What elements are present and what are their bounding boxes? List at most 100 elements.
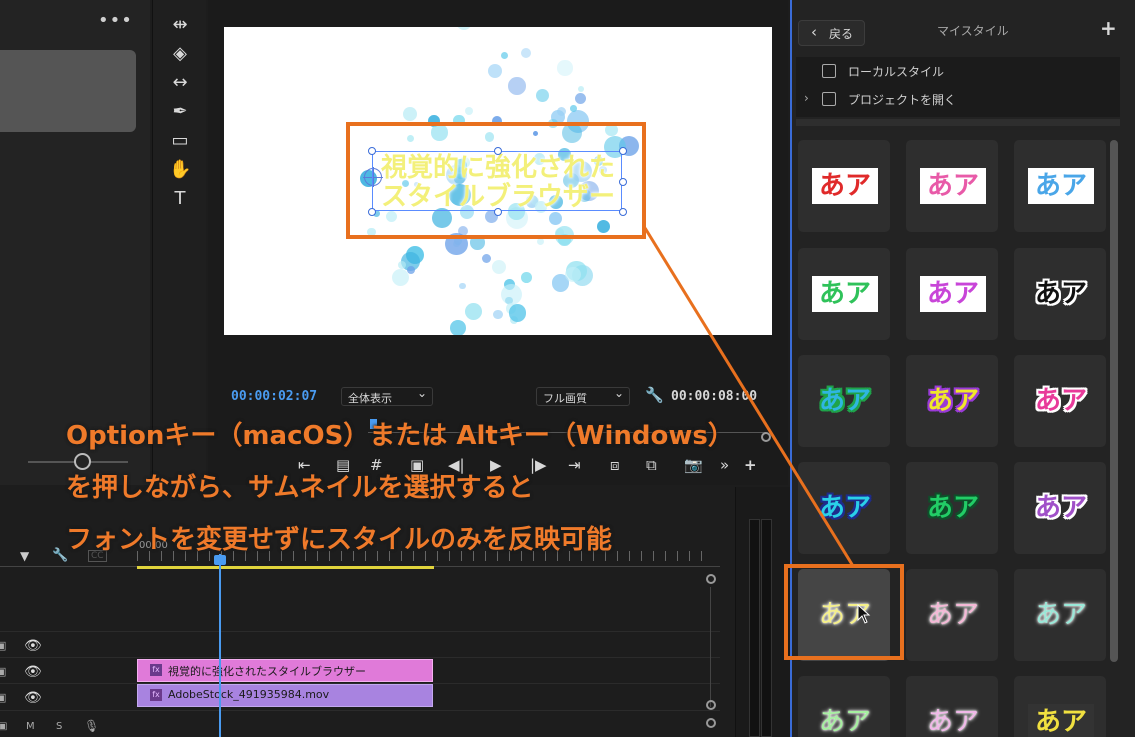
style-preview: あア: [812, 276, 878, 312]
style-thumbnail[interactable]: あア: [906, 676, 998, 737]
fx-badge: fx: [150, 664, 162, 676]
style-preview-text: あア: [1034, 707, 1087, 737]
style-thumbnail[interactable]: あア: [906, 462, 998, 554]
style-thumbnail[interactable]: あア: [1014, 140, 1106, 232]
add-style-icon[interactable]: +: [1100, 16, 1117, 40]
style-thumbnail[interactable]: あア: [798, 355, 890, 447]
bubble: [574, 92, 587, 105]
style-thumbnail[interactable]: あア: [1014, 569, 1106, 661]
style-thumbnail[interactable]: あア: [1014, 676, 1106, 737]
style-thumbnail[interactable]: あア: [798, 462, 890, 554]
local-styles-checkbox[interactable]: [822, 64, 836, 78]
annotation-line-3: フォントを変更せずにスタイルのみを反映可能: [66, 525, 613, 555]
style-thumbnail[interactable]: あア: [798, 676, 890, 737]
style-thumbnail[interactable]: あア: [1014, 355, 1106, 447]
open-project-checkbox[interactable]: [822, 92, 836, 106]
solo-button[interactable]: S: [56, 721, 62, 732]
bubble: [570, 105, 577, 112]
style-preview: あア: [812, 383, 878, 419]
style-preview-text: あア: [818, 279, 871, 309]
slip-icon[interactable]: ↔: [169, 72, 191, 94]
style-thumbnail[interactable]: あア: [906, 140, 998, 232]
project-thumbnail[interactable]: [0, 50, 136, 132]
bubble: [508, 304, 527, 322]
style-preview-text: あア: [818, 493, 871, 523]
track-header-v3: ▣ 👁: [0, 633, 137, 659]
bubble: [565, 266, 581, 283]
mouse-cursor-icon: [857, 604, 871, 624]
track-divider: [0, 631, 720, 632]
bubble: [465, 303, 483, 320]
timeline-zoom-handle[interactable]: [706, 574, 716, 584]
clip-label: AdobeStock_491935984.mov: [168, 688, 330, 701]
bubble: [501, 284, 523, 306]
clip-label: 視覚的に強化されたスタイルブラウザー: [168, 665, 366, 678]
microphone-icon[interactable]: 🎙: [84, 719, 99, 733]
title-clip[interactable]: fx 視覚的に強化されたスタイルブラウザー: [137, 659, 433, 682]
track-header-v1: ▣ 👁: [0, 685, 137, 711]
pen-icon[interactable]: ✒: [169, 101, 191, 123]
highlight-box-thumbnail: [784, 564, 904, 660]
video-clip[interactable]: fx AdobeStock_491935984.mov: [137, 684, 433, 707]
marker-icon[interactable]: ▼: [20, 549, 29, 563]
sync-lock-icon[interactable]: ▣: [0, 639, 6, 652]
grid-scrollbar[interactable]: [1110, 140, 1118, 662]
option-label: ローカルスタイル: [848, 65, 945, 79]
bubble: [557, 60, 573, 76]
zoom-fit-select[interactable]: 全体表示: [341, 386, 433, 406]
bubble: [577, 86, 584, 93]
style-preview: あア: [920, 168, 986, 204]
style-preview-text: あア: [1034, 493, 1087, 523]
bubble: [508, 76, 526, 95]
wrench-icon[interactable]: 🔧: [645, 386, 664, 404]
style-thumbnail[interactable]: あア: [906, 569, 998, 661]
bubble: [487, 63, 503, 79]
style-thumbnail[interactable]: あア: [906, 248, 998, 340]
timeline-playhead[interactable]: [219, 554, 221, 737]
style-preview-text: あア: [1034, 600, 1087, 630]
bubble: [493, 309, 503, 320]
playhead-timecode[interactable]: 00:00:02:07: [231, 389, 317, 404]
hand-icon[interactable]: ✋: [169, 159, 191, 181]
bubble: [459, 282, 466, 289]
playback-quality-select[interactable]: フル画質: [536, 386, 630, 406]
eye-icon[interactable]: 👁: [24, 638, 42, 654]
style-preview: あア: [812, 704, 878, 737]
back-button[interactable]: ‹ 戻る: [798, 20, 865, 46]
chevron-right-icon[interactable]: ›: [804, 91, 809, 105]
style-preview: あア: [1028, 383, 1094, 419]
style-preview-text: あア: [926, 171, 979, 201]
eye-icon[interactable]: 👁: [24, 664, 42, 680]
sync-lock-icon[interactable]: ▣: [0, 721, 7, 732]
razor-icon[interactable]: ◈: [169, 43, 191, 65]
style-preview: あア: [1028, 597, 1094, 633]
option-label: プロジェクトを開く: [848, 93, 957, 107]
annotation-text: Optionキー（macOS）または Altキー（Windows） を押しながら…: [66, 410, 766, 566]
work-area-bar[interactable]: [137, 566, 434, 569]
rectangle-icon[interactable]: ▭: [169, 130, 191, 152]
type-icon[interactable]: T: [169, 188, 191, 210]
style-thumbnail[interactable]: あア: [906, 355, 998, 447]
sync-lock-icon[interactable]: ▣: [0, 691, 6, 704]
ellipsis-icon[interactable]: •••: [98, 10, 133, 31]
bubble: [535, 88, 549, 102]
style-preview: あア: [920, 597, 986, 633]
style-preview-text: あア: [1034, 171, 1087, 201]
sync-lock-icon[interactable]: ▣: [0, 665, 6, 678]
bubble: [501, 51, 509, 60]
style-thumbnail[interactable]: あア: [1014, 462, 1106, 554]
ripple-edit-icon[interactable]: ⇹: [169, 14, 191, 36]
bubble: [537, 238, 545, 246]
style-thumbnail[interactable]: あア: [798, 248, 890, 340]
style-preview: あア: [1028, 168, 1094, 204]
timeline-zoom-handle[interactable]: [706, 700, 716, 710]
bubble: [521, 47, 532, 58]
chevron-left-icon: ‹: [811, 23, 817, 41]
style-thumbnail[interactable]: あア: [798, 140, 890, 232]
style-preview: あア: [1028, 276, 1094, 312]
style-thumbnail[interactable]: あア: [1014, 248, 1106, 340]
mute-button[interactable]: M: [26, 721, 35, 732]
timeline-zoom-track[interactable]: [710, 587, 711, 707]
timeline-zoom-handle[interactable]: [706, 718, 716, 728]
eye-icon[interactable]: 👁: [24, 690, 42, 706]
